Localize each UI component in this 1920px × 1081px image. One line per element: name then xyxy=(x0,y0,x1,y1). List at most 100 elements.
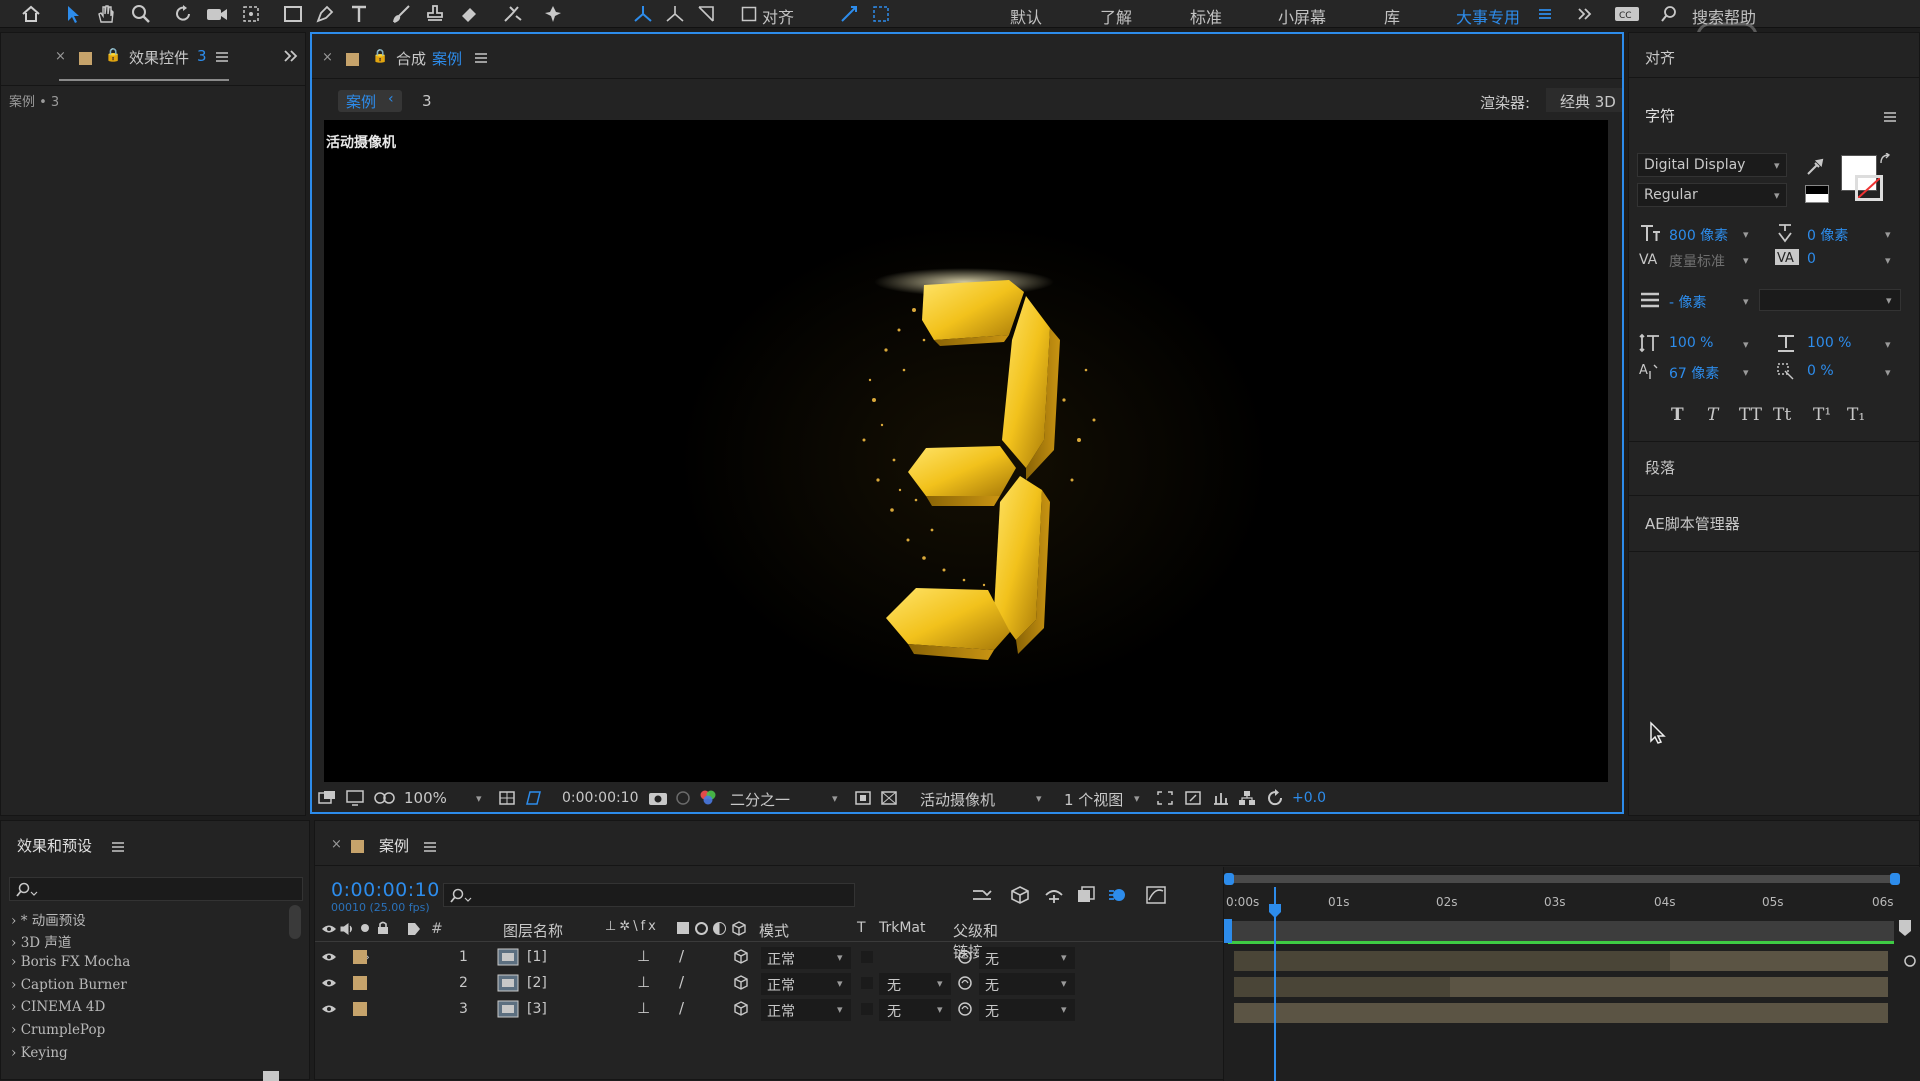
always-preview-icon[interactable] xyxy=(318,790,336,806)
align-checkbox[interactable] xyxy=(740,2,758,26)
stroke-color-swatch[interactable] xyxy=(1855,175,1883,201)
layer-name[interactable]: [2] xyxy=(527,975,547,991)
tsume-value[interactable]: 0 % xyxy=(1807,363,1834,379)
work-area-bar[interactable] xyxy=(1228,921,1894,941)
effects-scrollbar[interactable] xyxy=(289,905,301,939)
quality-switch-icon[interactable]: / xyxy=(679,947,684,965)
mask-visibility-icon[interactable] xyxy=(374,790,396,806)
type-tool-icon[interactable] xyxy=(346,2,372,26)
navigator-start-handle[interactable] xyxy=(1224,873,1234,885)
tsume-chevron-icon[interactable]: ▾ xyxy=(1885,366,1891,379)
3d-layer-switch-icon[interactable] xyxy=(733,1001,749,1017)
layer-row[interactable]: › 1 [1] ⊥ / 正常 ▾ 无 ▾ xyxy=(315,945,1225,971)
parent-pickwhip-icon[interactable] xyxy=(957,975,973,991)
close-comp-tab-icon[interactable]: × xyxy=(322,50,333,65)
layer-name[interactable]: [1] xyxy=(527,949,547,965)
workspace-menu-icon[interactable] xyxy=(1532,2,1558,26)
layer-name[interactable]: [3] xyxy=(527,1001,547,1017)
character-panel-title[interactable]: 字符 xyxy=(1645,105,1675,126)
font-style-dropdown[interactable]: Regular ▾ xyxy=(1637,183,1787,207)
graph-editor-icon[interactable] xyxy=(1145,885,1167,905)
effects-item-animation-presets[interactable]: › * 动画预设 xyxy=(11,909,86,929)
time-navigator-bar[interactable] xyxy=(1228,875,1894,883)
panel-menu-icon[interactable] xyxy=(215,51,229,63)
breadcrumb-next[interactable]: 3 xyxy=(422,92,432,110)
rectangle-tool-icon[interactable] xyxy=(280,2,306,26)
vertical-scale-value[interactable]: 100 % xyxy=(1669,335,1713,351)
puppet-tool-icon[interactable] xyxy=(540,2,566,26)
zoom-dropdown[interactable]: 100% xyxy=(404,789,447,807)
draft-3d-icon[interactable] xyxy=(1009,885,1031,905)
video-visibility-icon[interactable] xyxy=(321,951,337,963)
kerning-value[interactable]: 度量标准 xyxy=(1669,251,1725,271)
toggle-transparency-grid-icon[interactable] xyxy=(880,790,898,806)
align-panel-title[interactable]: 对齐 xyxy=(1645,47,1675,68)
fit-view-icon[interactable] xyxy=(498,790,516,806)
stroke-width-chevron-icon[interactable]: ▾ xyxy=(1743,295,1749,308)
layer-row[interactable]: 3 [3] ⊥ / 正常 ▾ 无 ▾ 无 ▾ xyxy=(315,997,1225,1023)
effects-item-boris-fx[interactable]: › Boris FX Mocha xyxy=(11,954,130,970)
view-axis-icon[interactable] xyxy=(694,2,720,26)
toggle-pixel-aspect-icon[interactable] xyxy=(1156,790,1174,806)
paragraph-panel-title[interactable]: 段落 xyxy=(1645,457,1675,478)
motion-blur-icon[interactable] xyxy=(1107,885,1129,905)
video-visibility-icon[interactable] xyxy=(321,977,337,989)
collapse-switch-icon[interactable]: ⊥ xyxy=(637,999,650,1017)
snap-grid-icon[interactable] xyxy=(868,2,894,26)
work-area-start-handle[interactable] xyxy=(1224,919,1232,943)
panel-overflow-icon[interactable] xyxy=(283,49,299,63)
leading-value[interactable]: 0 像素 xyxy=(1807,225,1848,245)
navigator-end-handle[interactable] xyxy=(1890,873,1900,885)
timeline-current-time[interactable]: 0:00:00:10 xyxy=(331,879,440,901)
fast-previews-icon[interactable] xyxy=(1184,790,1202,806)
more-workspaces-icon[interactable] xyxy=(1572,2,1598,26)
kerning-chevron-icon[interactable]: ▾ xyxy=(1743,254,1749,267)
vertical-scale-chevron-icon[interactable]: ▾ xyxy=(1743,338,1749,351)
layer-label-swatch[interactable] xyxy=(353,950,367,964)
workspace-default[interactable]: 默认 xyxy=(1010,4,1042,28)
faux-italic-button[interactable]: T xyxy=(1707,405,1718,425)
search-help-icon[interactable] xyxy=(1656,2,1682,26)
comp-lock-icon[interactable]: 🔒 xyxy=(372,49,388,64)
workspace-learn[interactable]: 了解 xyxy=(1100,4,1132,28)
shy-layers-icon[interactable] xyxy=(1043,885,1065,905)
close-timeline-tab-icon[interactable]: × xyxy=(331,837,342,852)
stroke-width-value[interactable]: - 像素 xyxy=(1669,292,1707,312)
brush-tool-icon[interactable] xyxy=(388,2,414,26)
comp-tab-prefix[interactable]: 合成 xyxy=(396,48,426,69)
3d-layer-switch-icon[interactable] xyxy=(733,949,749,965)
leading-chevron-icon[interactable]: ▾ xyxy=(1885,228,1891,241)
effects-presets-title[interactable]: 效果和预设 xyxy=(17,835,92,856)
comp-menu-icon[interactable] xyxy=(474,52,488,64)
pen-tool-icon[interactable] xyxy=(312,2,338,26)
superscript-button[interactable]: T¹ xyxy=(1813,405,1831,425)
parent-dropdown[interactable]: 无 ▾ xyxy=(979,947,1075,969)
composition-viewer[interactable]: 活动摄像机 xyxy=(324,120,1608,782)
timeline-tab-name[interactable]: 案例 xyxy=(379,835,409,856)
exposure-value[interactable]: +0.0 xyxy=(1292,790,1326,806)
quality-switch-icon[interactable]: / xyxy=(679,973,684,991)
effect-controls-title[interactable]: 效果控件 xyxy=(129,47,189,68)
layer-mode-dropdown[interactable]: 正常 ▾ xyxy=(761,973,851,995)
view-layout-dropdown[interactable]: 1 个视图 xyxy=(1064,789,1123,810)
timeline-menu-icon[interactable] xyxy=(423,841,437,853)
comp-tab-name[interactable]: 案例 xyxy=(432,48,462,69)
camera-tool-icon[interactable] xyxy=(204,2,230,26)
effects-item-cinema-4d[interactable]: › CINEMA 4D xyxy=(11,999,105,1015)
all-caps-button[interactable]: TT xyxy=(1739,405,1762,425)
quality-switch-icon[interactable]: / xyxy=(679,999,684,1017)
parent-dropdown[interactable]: 无 ▾ xyxy=(979,973,1075,995)
parent-pickwhip-icon[interactable] xyxy=(957,949,973,965)
world-axis-icon[interactable] xyxy=(662,2,688,26)
eraser-tool-icon[interactable] xyxy=(456,2,482,26)
stroke-style-dropdown[interactable]: ▾ xyxy=(1759,289,1901,311)
snap-icon[interactable] xyxy=(836,2,862,26)
preserve-transparency-checkbox[interactable] xyxy=(861,951,873,963)
font-family-dropdown[interactable]: Digital Display ▾ xyxy=(1637,153,1787,177)
snapshot-icon[interactable] xyxy=(648,789,668,807)
trkmat-dropdown[interactable]: 无 ▾ xyxy=(879,999,951,1021)
layer-mode-dropdown[interactable]: 正常 ▾ xyxy=(761,999,851,1021)
layer-mode-dropdown[interactable]: 正常 ▾ xyxy=(761,947,851,969)
renderer-button[interactable]: 经典 3D xyxy=(1546,88,1622,112)
clone-stamp-tool-icon[interactable] xyxy=(422,2,448,26)
